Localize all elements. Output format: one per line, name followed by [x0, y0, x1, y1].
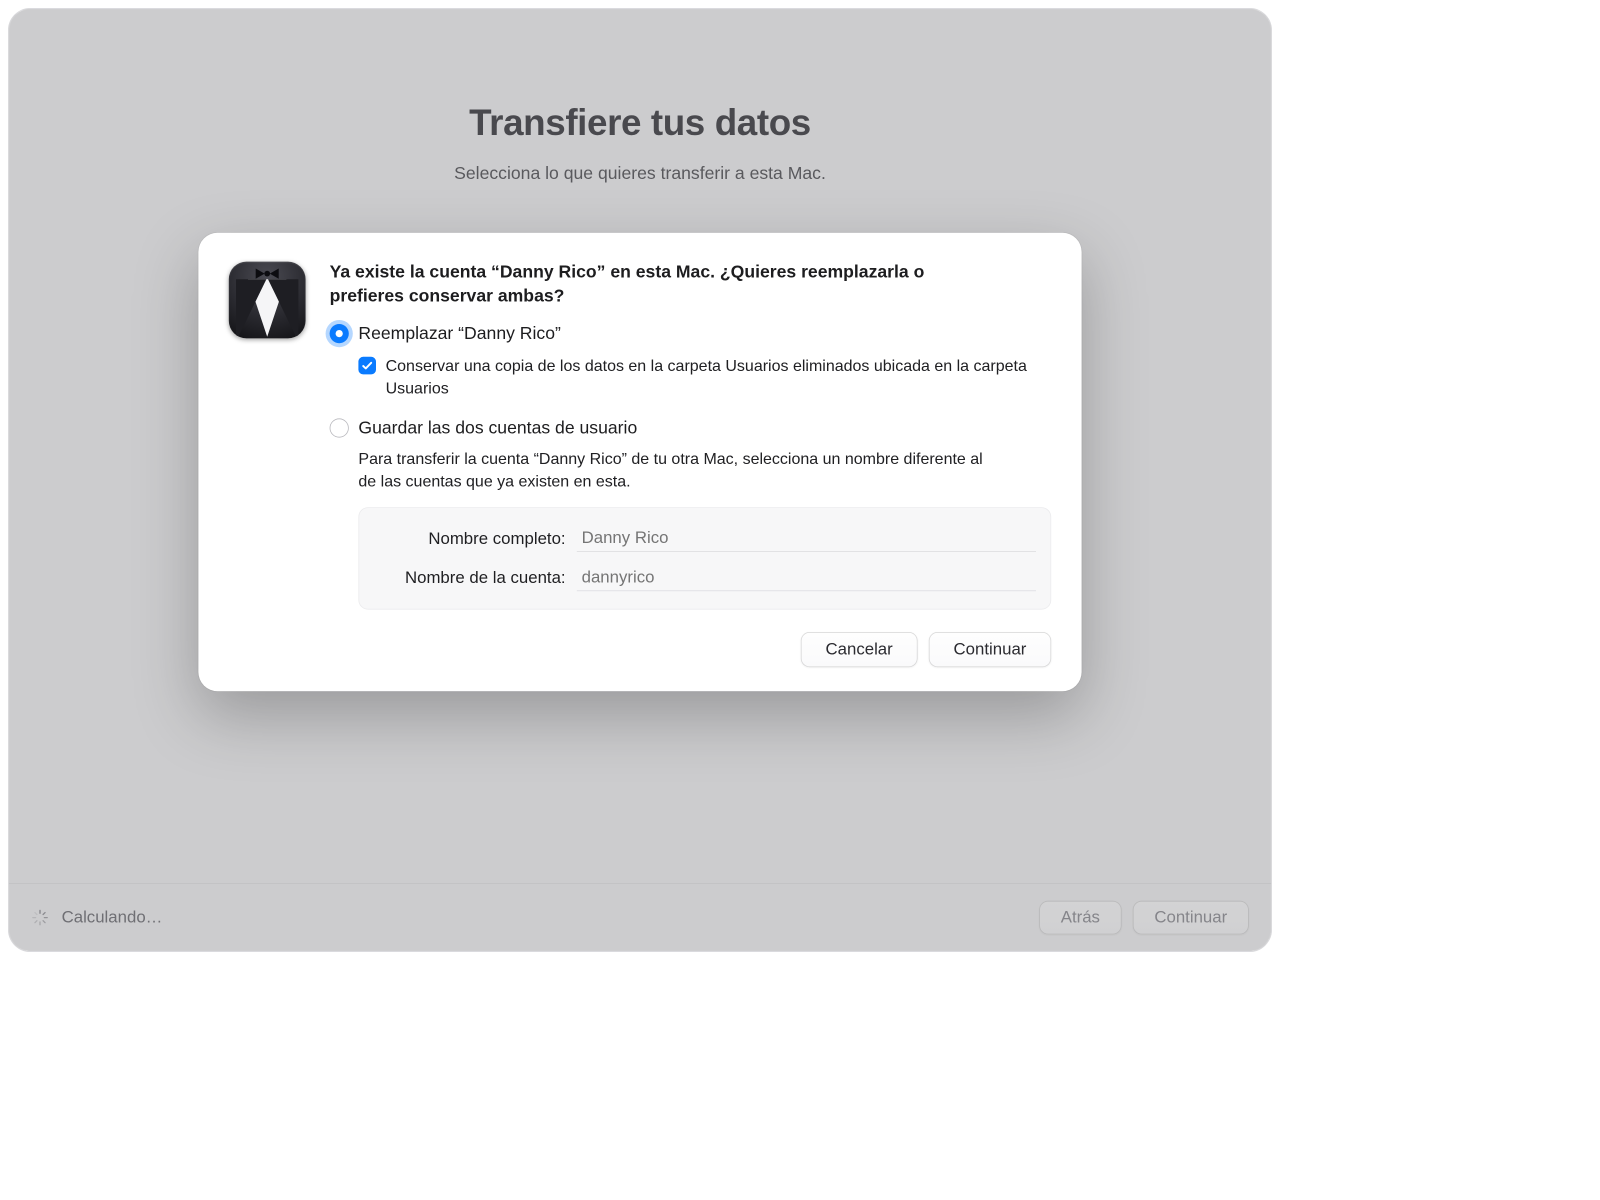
- continue-button-dialog[interactable]: Continuar: [929, 632, 1051, 667]
- keep-both-description: Para transferir la cuenta “Danny Rico” d…: [358, 448, 998, 493]
- cancel-button[interactable]: Cancelar: [801, 632, 918, 667]
- status-text: Calculando…: [62, 908, 163, 927]
- radio-option-replace[interactable]: Reemplazar “Danny Rico”: [330, 324, 1052, 345]
- migration-assistant-window: Transfiere tus datos Selecciona lo que q…: [8, 8, 1272, 952]
- radio-indicator-keep-both: [330, 419, 349, 438]
- checkbox-indicator: [358, 357, 376, 375]
- radio-label-replace: Reemplazar “Danny Rico”: [358, 324, 560, 345]
- radio-indicator-replace: [330, 324, 349, 343]
- full-name-input[interactable]: [577, 526, 1036, 552]
- page-subtitle: Selecciona lo que quieres transferir a e…: [9, 163, 1271, 184]
- full-name-label: Nombre completo:: [374, 530, 566, 549]
- continue-button-footer[interactable]: Continuar: [1133, 901, 1249, 935]
- spinner-icon: [31, 909, 49, 927]
- radio-label-keep-both: Guardar las dos cuentas de usuario: [358, 418, 637, 439]
- migration-assistant-icon: [229, 262, 306, 339]
- back-button[interactable]: Atrás: [1039, 901, 1121, 935]
- account-conflict-dialog: Ya existe la cuenta “Danny Rico” en esta…: [198, 233, 1081, 692]
- checkbox-label: Conservar una copia de los datos en la c…: [386, 356, 1042, 401]
- page-title: Transfiere tus datos: [9, 101, 1271, 144]
- dialog-heading: Ya existe la cuenta “Danny Rico” en esta…: [330, 260, 938, 308]
- account-name-input[interactable]: [577, 565, 1036, 591]
- footer-bar: Calculando… Atrás Continuar: [9, 883, 1271, 951]
- checkbox-keep-copy[interactable]: Conservar una copia de los datos en la c…: [358, 356, 1051, 401]
- account-name-form: Nombre completo: Nombre de la cuenta:: [358, 508, 1051, 610]
- account-name-label: Nombre de la cuenta:: [374, 569, 566, 588]
- radio-option-keep-both[interactable]: Guardar las dos cuentas de usuario: [330, 418, 1052, 439]
